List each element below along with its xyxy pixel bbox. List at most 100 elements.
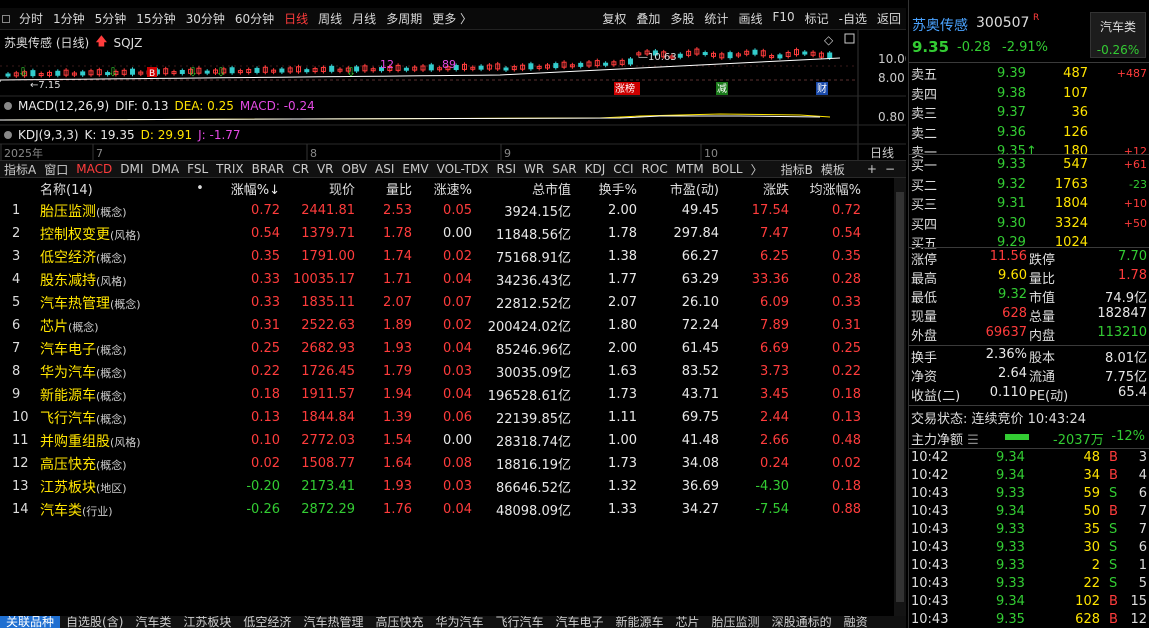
indicator-tab[interactable]: TRIX (212, 162, 247, 176)
period-tab[interactable]: 周线 (313, 10, 347, 27)
indicator-tab[interactable]: MTM (672, 162, 708, 176)
table-row[interactable]: 3 低空经济(概念) 0.35 1791.00 1.74 0.02 75168.91亿 1.3… (0, 245, 894, 268)
row-name[interactable]: 控制权变更(风格) (30, 224, 190, 244)
toolbar-button[interactable]: F10 (767, 10, 799, 27)
toolbar-button[interactable]: 多股 (665, 10, 699, 27)
toolbar-button[interactable]: 画线 (733, 10, 767, 27)
indicator-tab[interactable]: WR (520, 162, 548, 176)
table-row[interactable]: 10 飞行汽车(概念) 0.13 1844.84 1.39 0.06 22139.85亿 1.… (0, 406, 894, 429)
bottom-tab[interactable]: 胎压监测 (706, 616, 766, 628)
indicator-tab[interactable]: + (863, 162, 881, 176)
indicator-tab[interactable]: ROC (638, 162, 672, 176)
period-tab[interactable]: 60分钟 (230, 10, 279, 27)
row-name[interactable]: 芯片(概念) (30, 316, 190, 336)
bottom-tab[interactable]: 融资 (838, 616, 874, 628)
toolbar-button[interactable]: 叠加 (631, 10, 665, 27)
bottom-tab[interactable]: 高压快充 (369, 616, 429, 628)
sector-box[interactable]: 汽车类 -0.26% (1090, 12, 1146, 58)
period-tab[interactable]: 15分钟 (131, 10, 180, 27)
table-row[interactable]: 14 汽车类(行业) -0.26 2872.29 1.76 0.04 48098.09亿 1.… (0, 498, 894, 521)
indicator-tab[interactable]: FSL (183, 162, 212, 176)
table-row[interactable]: 2 控制权变更(风格) 0.54 1379.71 1.78 0.00 11848.56亿 1.… (0, 222, 894, 245)
indicator-tab[interactable]: DMA (147, 162, 183, 176)
indicator-tab[interactable]: 指标A (0, 161, 40, 178)
indicator-tab[interactable]: VR (313, 162, 338, 176)
indicator-tab[interactable]: 窗口 (40, 161, 72, 178)
row-name[interactable]: 低空经济(概念) (30, 247, 190, 267)
indicator-toggle-icon[interactable] (4, 102, 12, 110)
indicator-tab[interactable]: − (881, 162, 899, 176)
period-tab[interactable]: 30分钟 (181, 10, 230, 27)
bottom-tab[interactable]: 汽车类 (129, 616, 177, 628)
bottom-tab[interactable]: 深股通标的 (766, 616, 838, 628)
indicator-tab[interactable]: EMV (398, 162, 432, 176)
row-name[interactable]: 高压快充(概念) (30, 454, 190, 474)
row-name[interactable]: 并购重组股(风格) (30, 431, 190, 451)
col-avg-pct[interactable]: 均涨幅% (789, 179, 861, 198)
col-speed[interactable]: 涨速% (412, 179, 472, 198)
indicator-tab[interactable]: RSI (493, 162, 521, 176)
toolbar-button[interactable]: -自选 (834, 10, 872, 27)
col-pe[interactable]: 市盈(动) (637, 179, 719, 198)
toolbar-button[interactable]: 复权 (597, 10, 631, 27)
bottom-tab[interactable]: 汽车电子 (550, 616, 610, 628)
table-row[interactable]: 13 江苏板块(地区) -0.20 2173.41 1.93 0.03 86646.52亿 1… (0, 475, 894, 498)
col-change[interactable]: 涨跌 (719, 179, 789, 198)
indicator-tab[interactable]: 〉 (747, 161, 767, 178)
indicator-tab[interactable]: BOLL (708, 162, 747, 176)
table-row[interactable]: 12 高压快充(概念) 0.02 1508.77 1.64 0.08 18816.19亿 1.… (0, 452, 894, 475)
period-tab[interactable]: 更多 〉 (427, 10, 477, 27)
row-name[interactable]: 江苏板块(地区) (30, 477, 190, 497)
stock-name[interactable]: 苏奥传感 (912, 15, 968, 35)
indicator-tab[interactable]: 指标B (777, 161, 817, 178)
period-tab[interactable]: 月线 (347, 10, 381, 27)
bottom-tab[interactable]: 飞行汽车 (489, 616, 549, 628)
row-name[interactable]: 新能源车(概念) (30, 385, 190, 405)
period-tab[interactable]: 1分钟 (48, 10, 90, 27)
indicator-tab[interactable]: BRAR (248, 162, 289, 176)
col-volume-ratio[interactable]: 量比 (355, 179, 412, 198)
indicator-tab[interactable]: VOL-TDX (433, 162, 493, 176)
indicator-tab[interactable]: SAR (548, 162, 580, 176)
table-row[interactable]: 1 胎压监测(概念) 0.72 2441.81 2.53 0.05 3924.15亿 2.00… (0, 199, 894, 222)
bottom-tab[interactable]: 芯片 (670, 616, 706, 628)
period-tab[interactable]: 日线 (279, 10, 313, 27)
bottom-tab[interactable]: 汽车热管理 (297, 616, 369, 628)
table-row[interactable]: 9 新能源车(概念) 0.18 1911.57 1.94 0.04 196528.61亿 1.… (0, 383, 894, 406)
kline-chart[interactable]: ⇩⇩⇩⇩⇩B1289←7.15—10.63涨榜减财10.008.000.80◇2… (0, 30, 906, 160)
period-tab[interactable]: 分时 (14, 10, 48, 27)
list-scrollbar[interactable] (894, 178, 906, 616)
toolbar-button[interactable]: 标记 (800, 10, 834, 27)
indicator-tab[interactable]: OBV (338, 162, 372, 176)
bottom-tab[interactable]: 华为汽车 (429, 616, 489, 628)
indicator-tab[interactable]: 模板 (817, 161, 849, 178)
row-name[interactable]: 汽车热管理(概念) (30, 293, 190, 313)
indicator-tab[interactable]: MACD (72, 162, 116, 176)
period-tab[interactable]: 多周期 (381, 10, 427, 27)
col-market-cap[interactable]: 总市值 (472, 179, 571, 198)
toolbar-button[interactable]: 返回 (872, 10, 906, 27)
col-turnover[interactable]: 换手% (571, 179, 637, 198)
table-row[interactable]: 8 华为汽车(概念) 0.22 1726.45 1.79 0.03 30035.09亿 1.6… (0, 360, 894, 383)
bottom-tab[interactable]: 自选股(含) (60, 616, 129, 628)
col-name[interactable]: 名称(14) (30, 179, 190, 198)
bottom-tab[interactable]: 新能源车 (610, 616, 670, 628)
scrollbar-thumb[interactable] (896, 192, 904, 602)
table-row[interactable]: 11 并购重组股(风格) 0.10 2772.03 1.54 0.00 28318.74亿 1… (0, 429, 894, 452)
period-tab[interactable]: 5分钟 (90, 10, 132, 27)
bottom-tab[interactable]: 低空经济 (237, 616, 297, 628)
row-name[interactable]: 股东减持(风格) (30, 270, 190, 290)
bottom-tab[interactable]: 江苏板块 (177, 616, 237, 628)
col-price[interactable]: 现价 (280, 179, 355, 198)
table-row[interactable]: 6 芯片(概念) 0.31 2522.63 1.89 0.02 200424.02亿 1.80… (0, 314, 894, 337)
indicator-tab[interactable]: DMI (116, 162, 147, 176)
indicator-toggle-icon[interactable] (4, 131, 12, 139)
table-row[interactable]: 7 汽车电子(概念) 0.25 2682.93 1.93 0.04 85246.96亿 2.0… (0, 337, 894, 360)
row-name[interactable]: 汽车电子(概念) (30, 339, 190, 359)
col-pct[interactable]: 涨幅%↓ (210, 179, 280, 198)
list-icon[interactable]: ☰ (967, 433, 979, 448)
bottom-tab[interactable]: 关联品种 (0, 616, 61, 628)
row-name[interactable]: 飞行汽车(概念) (30, 408, 190, 428)
row-name[interactable]: 华为汽车(概念) (30, 362, 190, 382)
row-name[interactable]: 胎压监测(概念) (30, 201, 190, 221)
